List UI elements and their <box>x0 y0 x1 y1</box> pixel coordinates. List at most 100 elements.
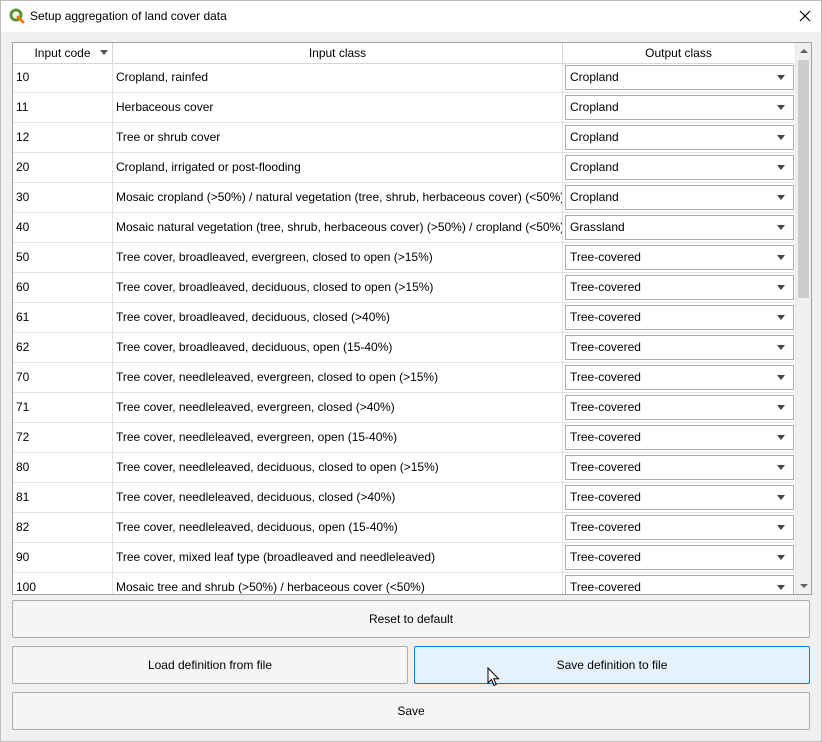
output-class-cell: Cropland <box>563 183 794 212</box>
scroll-up-button[interactable] <box>796 43 811 59</box>
dropdown-arrow-icon <box>777 285 785 290</box>
dropdown-arrow-icon <box>777 345 785 350</box>
dropdown-selected-value: Tree-covered <box>570 430 641 444</box>
output-class-cell: Grassland <box>563 213 794 242</box>
table-row[interactable]: 61 Tree cover, broadleaved, deciduous, cl… <box>13 303 794 333</box>
mouse-cursor-icon <box>487 667 500 687</box>
dropdown-selected-value: Tree-covered <box>570 400 641 414</box>
input-code-cell: 100 <box>13 573 113 594</box>
table-row[interactable]: 81 Tree cover, needleleaved, deciduous, c… <box>13 483 794 513</box>
save-definition-button[interactable]: Save definition to file <box>414 646 810 684</box>
dropdown-arrow-icon <box>777 195 785 200</box>
input-class-cell: Tree cover, broadleaved, deciduous, clos… <box>113 273 563 302</box>
input-code-cell: 70 <box>13 363 113 392</box>
dropdown-arrow-icon <box>777 585 785 590</box>
input-class-cell: Cropland, rainfed <box>113 63 563 92</box>
output-class-dropdown[interactable]: Cropland <box>565 65 794 90</box>
output-class-cell: Cropland <box>563 63 794 92</box>
table-row[interactable]: 60 Tree cover, broadleaved, deciduous, cl… <box>13 273 794 303</box>
dropdown-selected-value: Tree-covered <box>570 580 641 594</box>
dropdown-arrow-icon <box>777 225 785 230</box>
scroll-down-button[interactable] <box>796 578 811 594</box>
dropdown-arrow-icon <box>777 315 785 320</box>
output-class-cell: Tree-covered <box>563 243 794 272</box>
dropdown-selected-value: Tree-covered <box>570 460 641 474</box>
output-class-cell: Tree-covered <box>563 453 794 482</box>
input-code-cell: 71 <box>13 393 113 422</box>
output-class-dropdown[interactable]: Cropland <box>565 185 794 210</box>
output-class-dropdown[interactable]: Tree-covered <box>565 485 794 510</box>
chevron-down-icon <box>800 584 808 588</box>
input-code-cell: 11 <box>13 93 113 122</box>
input-code-cell: 10 <box>13 63 113 92</box>
window-title: Setup aggregation of land cover data <box>30 9 227 23</box>
column-header-input-class[interactable]: Input class <box>113 43 563 63</box>
table-row[interactable]: 50 Tree cover, broadleaved, evergreen, cl… <box>13 243 794 273</box>
output-class-dropdown[interactable]: Tree-covered <box>565 515 794 540</box>
table-row[interactable]: 80 Tree cover, needleleaved, deciduous, c… <box>13 453 794 483</box>
column-header-input-code[interactable]: Input code <box>13 43 113 63</box>
header-label-input: Input class <box>308 46 367 60</box>
vertical-scrollbar[interactable] <box>795 43 811 594</box>
output-class-dropdown[interactable]: Tree-covered <box>565 335 794 360</box>
input-class-cell: Mosaic tree and shrub (>50%) / herbaceou… <box>113 573 563 594</box>
chevron-up-icon <box>800 49 808 53</box>
table-row[interactable]: 62 Tree cover, broadleaved, deciduous, op… <box>13 333 794 363</box>
output-class-dropdown[interactable]: Cropland <box>565 95 794 120</box>
table-row[interactable]: 82 Tree cover, needleleaved, deciduous, o… <box>13 513 794 543</box>
table-row[interactable]: 90 Tree cover, mixed leaf type (broadleav… <box>13 543 794 573</box>
output-class-dropdown[interactable]: Tree-covered <box>565 275 794 300</box>
input-code-cell: 62 <box>13 333 113 362</box>
aggregation-table[interactable]: Input code Input class Output class 10 Cr… <box>12 42 812 595</box>
output-class-dropdown[interactable]: Tree-covered <box>565 245 794 270</box>
dropdown-selected-value: Grassland <box>570 220 625 234</box>
table-row[interactable]: 40 Mosaic natural vegetation (tree, shrub… <box>13 213 794 243</box>
input-class-cell: Tree or shrub cover <box>113 123 563 152</box>
output-class-dropdown[interactable]: Tree-covered <box>565 305 794 330</box>
output-class-dropdown[interactable]: Cropland <box>565 125 794 150</box>
table-row[interactable]: 10 Cropland, rainfed Cropland <box>13 63 794 93</box>
table-row[interactable]: 71 Tree cover, needleleaved, evergreen, c… <box>13 393 794 423</box>
input-class-cell: Herbaceous cover <box>113 93 563 122</box>
output-class-cell: Tree-covered <box>563 513 794 542</box>
output-class-cell: Cropland <box>563 153 794 182</box>
dropdown-arrow-icon <box>777 135 785 140</box>
dropdown-selected-value: Cropland <box>570 70 619 84</box>
input-code-cell: 72 <box>13 423 113 452</box>
input-class-cell: Tree cover, broadleaved, deciduous, open… <box>113 333 563 362</box>
table-row[interactable]: 70 Tree cover, needleleaved, evergreen, c… <box>13 363 794 393</box>
input-class-cell: Cropland, irrigated or post-flooding <box>113 153 563 182</box>
table-row[interactable]: 72 Tree cover, needleleaved, evergreen, o… <box>13 423 794 453</box>
qgis-logo-icon <box>9 8 25 24</box>
input-class-cell: Mosaic cropland (>50%) / natural vegetat… <box>113 183 563 212</box>
table-row[interactable]: 20 Cropland, irrigated or post-flooding Cr… <box>13 153 794 183</box>
close-button[interactable] <box>789 1 821 32</box>
output-class-dropdown[interactable]: Tree-covered <box>565 365 794 390</box>
output-class-dropdown[interactable]: Tree-covered <box>565 395 794 420</box>
table-row[interactable]: 11 Herbaceous cover Cropland <box>13 93 794 123</box>
input-class-cell: Tree cover, needleleaved, deciduous, clo… <box>113 453 563 482</box>
scrollbar-thumb[interactable] <box>798 60 809 298</box>
output-class-dropdown[interactable]: Tree-covered <box>565 545 794 570</box>
table-row[interactable]: 12 Tree or shrub cover Cropland <box>13 123 794 153</box>
output-class-cell: Tree-covered <box>563 393 794 422</box>
column-header-output-class[interactable]: Output class <box>563 43 794 63</box>
output-class-dropdown[interactable]: Grassland <box>565 215 794 240</box>
table-row[interactable]: 30 Mosaic cropland (>50%) / natural veget… <box>13 183 794 213</box>
output-class-dropdown[interactable]: Tree-covered <box>565 425 794 450</box>
output-class-dropdown[interactable]: Tree-covered <box>565 455 794 480</box>
dropdown-selected-value: Tree-covered <box>570 520 641 534</box>
table-row[interactable]: 100 Mosaic tree and shrub (>50%) / herbac… <box>13 573 794 594</box>
input-class-cell: Tree cover, needleleaved, deciduous, ope… <box>113 513 563 542</box>
load-definition-button[interactable]: Load definition from file <box>12 646 408 684</box>
output-class-dropdown[interactable]: Cropland <box>565 155 794 180</box>
save-button[interactable]: Save <box>12 692 810 730</box>
reset-to-default-button[interactable]: Reset to default <box>12 600 810 638</box>
table-body: 10 Cropland, rainfed Cropland 11 Herbaceous … <box>13 63 794 594</box>
sort-down-icon <box>100 50 108 55</box>
output-class-dropdown[interactable]: Tree-covered <box>565 575 794 594</box>
dropdown-selected-value: Tree-covered <box>570 490 641 504</box>
dropdown-selected-value: Tree-covered <box>570 280 641 294</box>
output-class-cell: Tree-covered <box>563 543 794 572</box>
dropdown-arrow-icon <box>777 435 785 440</box>
